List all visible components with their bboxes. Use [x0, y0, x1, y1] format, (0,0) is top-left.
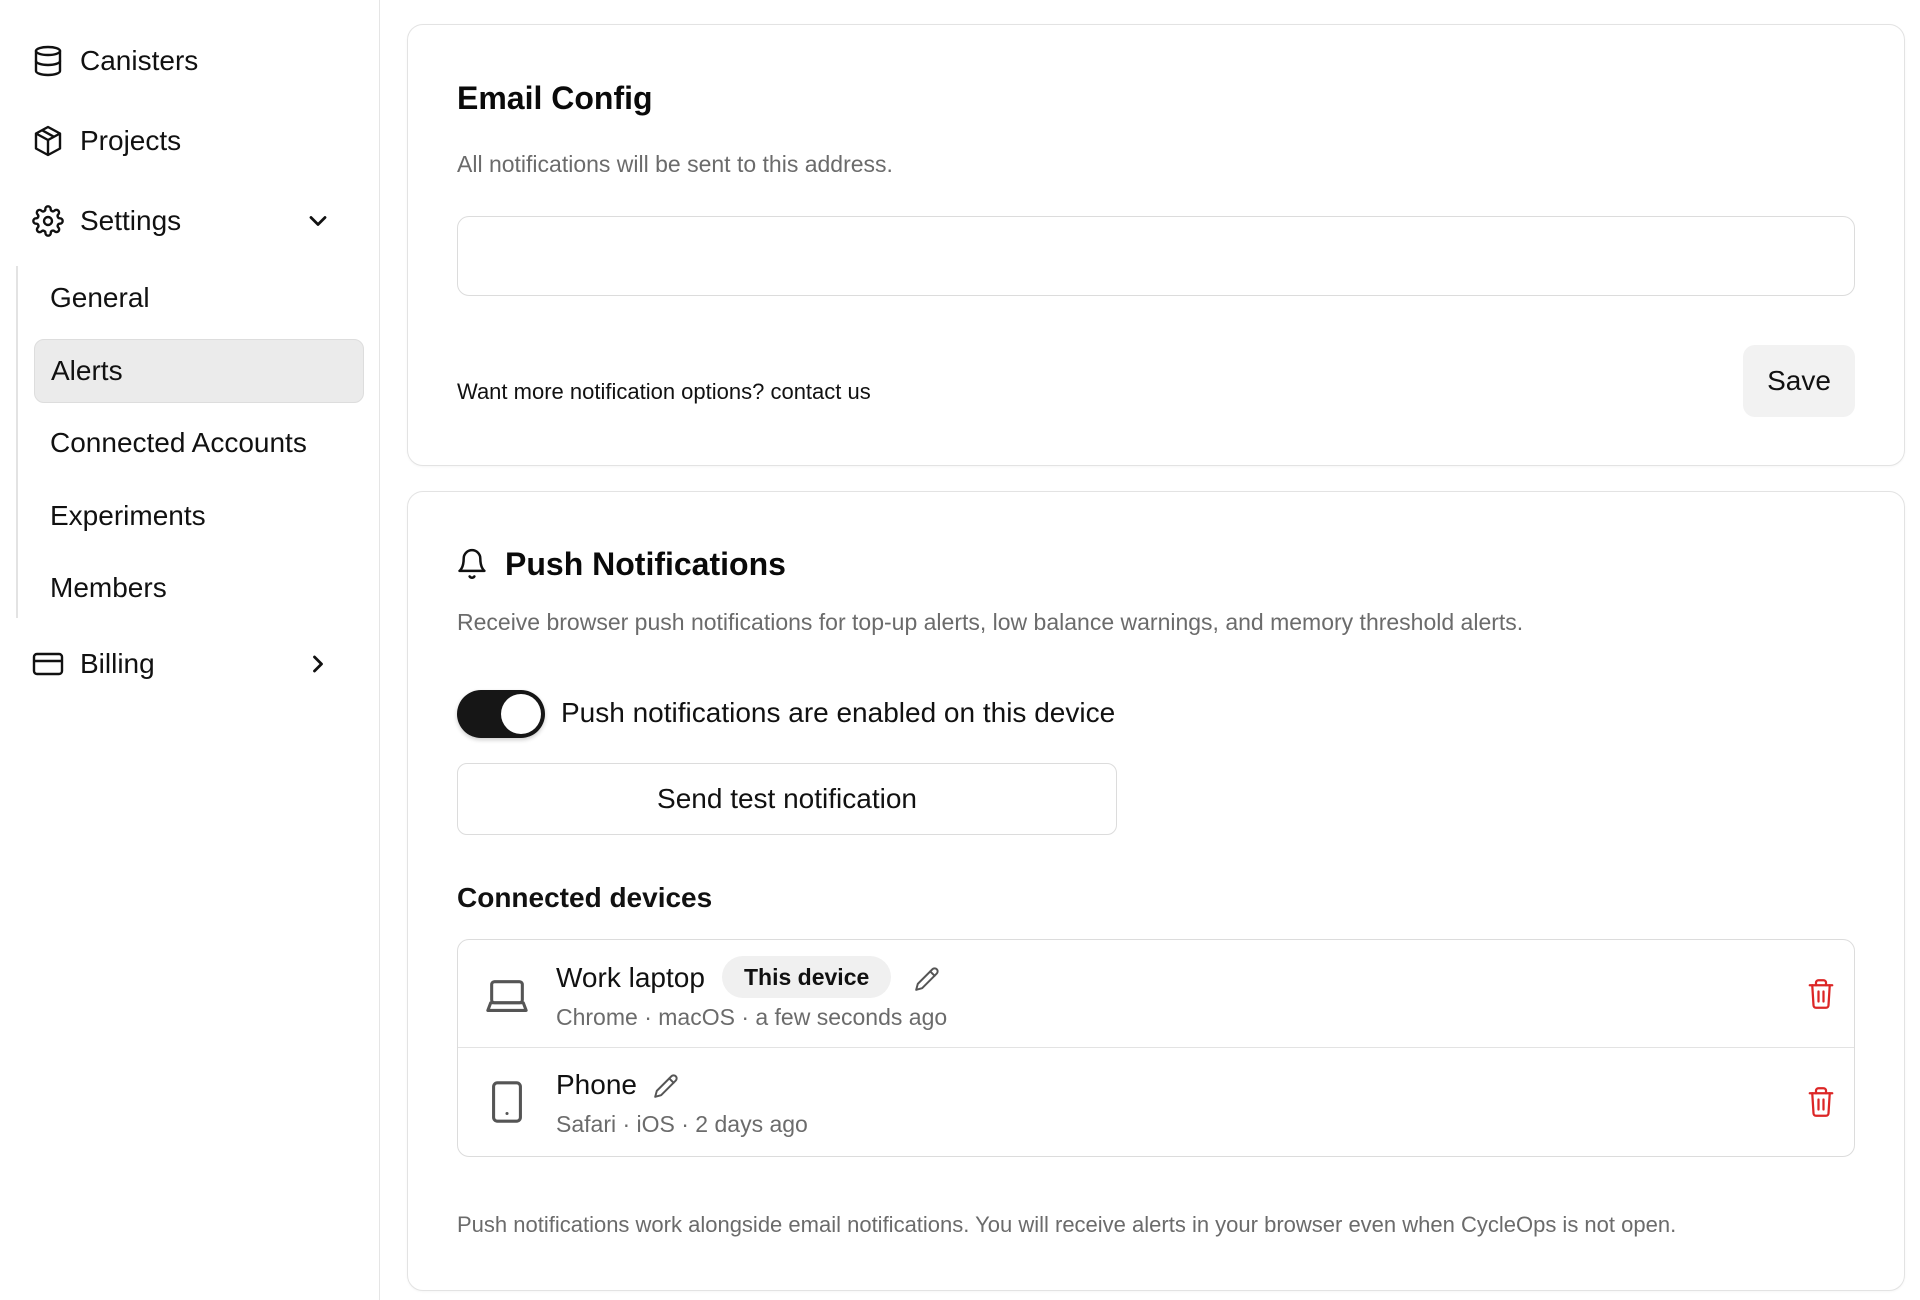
sidebar-item-label: Billing	[80, 648, 155, 679]
sidebar-subitem-members[interactable]: Members	[34, 556, 364, 620]
sidebar-item-settings[interactable]: Settings	[32, 193, 352, 249]
connected-devices-heading: Connected devices	[457, 882, 713, 913]
email-config-card: Email Config All notifications will be s…	[407, 24, 1905, 466]
email-input[interactable]	[457, 216, 1855, 296]
credit-card-icon	[32, 648, 64, 680]
sidebar-item-projects[interactable]: Projects	[32, 113, 352, 169]
sidebar-subitem-connected-accounts[interactable]: Connected Accounts	[34, 411, 364, 475]
push-enabled-toggle[interactable]	[457, 690, 545, 738]
sidebar-subitem-general[interactable]: General	[34, 266, 364, 330]
device-name: Phone	[556, 1069, 637, 1100]
pencil-icon[interactable]	[653, 1073, 679, 1099]
device-meta: Safari · iOS · 2 days ago	[556, 1111, 808, 1137]
push-notifications-card: Push Notifications Receive browser push …	[407, 491, 1905, 1291]
push-notifications-footer-text: Push notifications work alongside email …	[457, 1212, 1677, 1237]
pencil-icon[interactable]	[914, 966, 940, 992]
toggle-knob	[501, 694, 541, 734]
device-name: Work laptop	[556, 962, 705, 993]
sidebar-item-label: Settings	[80, 205, 182, 236]
trash-icon[interactable]	[1806, 977, 1836, 1011]
sidebar-item-billing[interactable]: Billing	[32, 636, 352, 692]
sidebar-subitem-experiments[interactable]: Experiments	[34, 484, 364, 548]
sidebar-subitem-alerts[interactable]: Alerts	[34, 339, 364, 403]
database-icon	[32, 45, 64, 77]
this-device-badge: This device	[722, 956, 892, 998]
sidebar-item-label: Projects	[80, 125, 182, 156]
sidebar-item-label: Canisters	[80, 45, 199, 76]
sidebar: Canisters Projects Settings General Aler…	[0, 0, 380, 1300]
chevron-down-icon[interactable]	[304, 207, 332, 235]
cube-icon	[32, 125, 64, 157]
app-root: Canisters Projects Settings General Aler…	[0, 0, 1920, 1300]
push-notifications-title: Push Notifications	[505, 546, 786, 582]
push-toggle-label: Push notifications are enabled on this d…	[561, 697, 1116, 728]
send-test-notification-button[interactable]: Send test notification	[457, 763, 1117, 835]
email-config-title: Email Config	[457, 80, 653, 116]
email-config-description: All notifications will be sent to this a…	[457, 151, 893, 177]
laptop-icon	[486, 980, 528, 1012]
chevron-right-icon[interactable]	[304, 650, 332, 678]
tablet-icon	[492, 1081, 522, 1123]
settings-submenu-rail	[16, 266, 18, 618]
save-button[interactable]: Save	[1743, 345, 1855, 417]
trash-icon[interactable]	[1806, 1085, 1836, 1119]
email-config-footer-text: Want more notification options? contact …	[457, 379, 871, 404]
bell-icon	[458, 548, 486, 579]
device-row: Phone Safari · iOS · 2 days ago	[458, 1049, 1854, 1156]
device-row: Work laptop This device Chrome · macOS ·…	[458, 940, 1854, 1048]
connected-devices-list: Work laptop This device Chrome · macOS ·…	[457, 939, 1855, 1157]
push-notifications-description: Receive browser push notifications for t…	[457, 609, 1524, 635]
gear-icon	[32, 205, 64, 237]
device-meta: Chrome · macOS · a few seconds ago	[556, 1004, 948, 1030]
sidebar-item-canisters[interactable]: Canisters	[32, 33, 352, 89]
